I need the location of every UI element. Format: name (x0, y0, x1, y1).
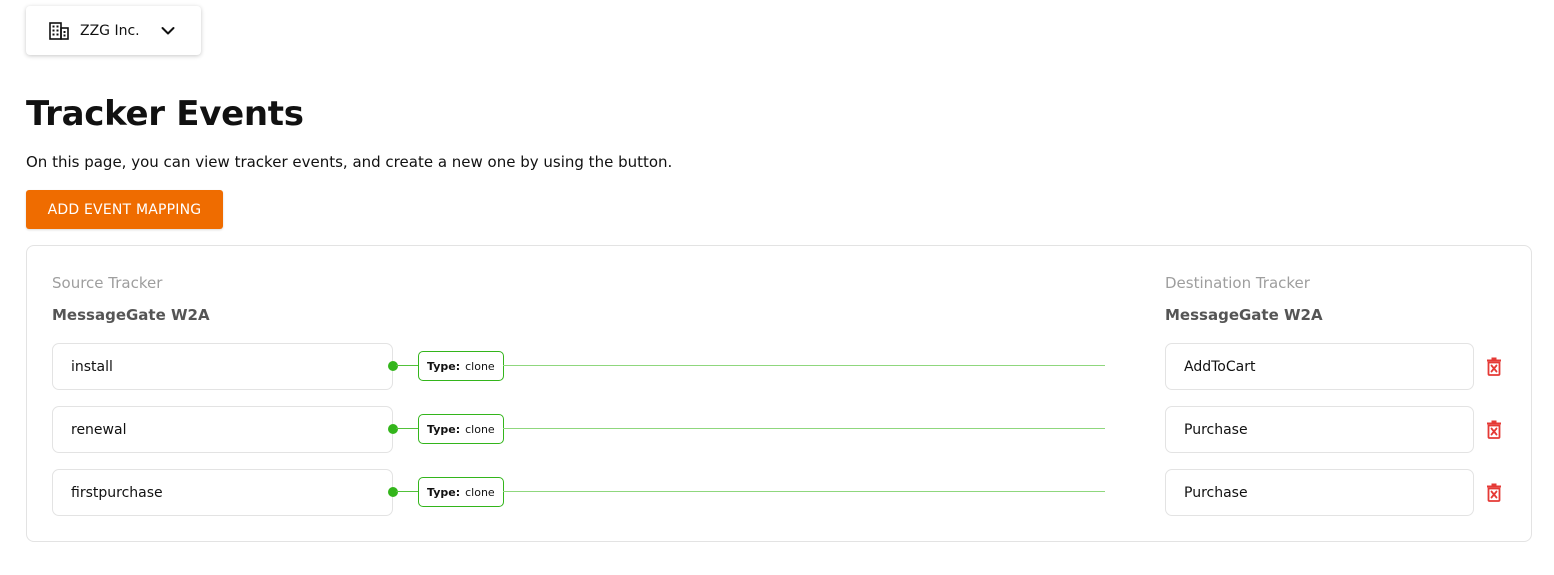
page-title: Tracker Events (26, 94, 304, 134)
chevron-down-icon[interactable] (160, 23, 176, 39)
connector-line (396, 428, 419, 429)
org-switcher[interactable]: ZZG Inc. (26, 6, 201, 55)
type-chip[interactable]: Type: clone (418, 477, 504, 507)
delete-icon[interactable] (1485, 419, 1503, 439)
destination-event-field[interactable]: AddToCart (1165, 343, 1474, 390)
source-tracker-name: MessageGate W2A (52, 306, 210, 324)
type-key: Type: (427, 359, 461, 373)
connector-dot (388, 424, 398, 434)
connector-dot (388, 487, 398, 497)
type-key: Type: (427, 422, 461, 436)
type-value: clone (465, 422, 495, 436)
destination-tracker-name: MessageGate W2A (1165, 306, 1323, 324)
source-event-field[interactable]: renewal (52, 406, 393, 453)
type-chip[interactable]: Type: clone (418, 414, 504, 444)
connector-dot (388, 361, 398, 371)
connector-line (503, 365, 1105, 366)
connector-line (503, 491, 1105, 492)
delete-icon[interactable] (1485, 482, 1503, 502)
connector-line (503, 428, 1105, 429)
event-mapping-panel: Source Tracker MessageGate W2A Destinati… (26, 245, 1532, 542)
delete-icon[interactable] (1485, 356, 1503, 376)
type-value: clone (465, 485, 495, 499)
type-value: clone (465, 359, 495, 373)
source-tracker-label: Source Tracker (52, 274, 163, 292)
connector-line (396, 365, 419, 366)
add-event-mapping-button[interactable]: ADD EVENT MAPPING (26, 190, 223, 229)
connector-line (396, 491, 419, 492)
page-description: On this page, you can view tracker event… (26, 153, 673, 171)
org-name: ZZG Inc. (80, 22, 140, 39)
destination-event-field[interactable]: Purchase (1165, 469, 1474, 516)
building-icon (49, 21, 69, 40)
destination-tracker-label: Destination Tracker (1165, 274, 1310, 292)
source-event-field[interactable]: firstpurchase (52, 469, 393, 516)
type-key: Type: (427, 485, 461, 499)
type-chip[interactable]: Type: clone (418, 351, 504, 381)
source-event-field[interactable]: install (52, 343, 393, 390)
destination-event-field[interactable]: Purchase (1165, 406, 1474, 453)
